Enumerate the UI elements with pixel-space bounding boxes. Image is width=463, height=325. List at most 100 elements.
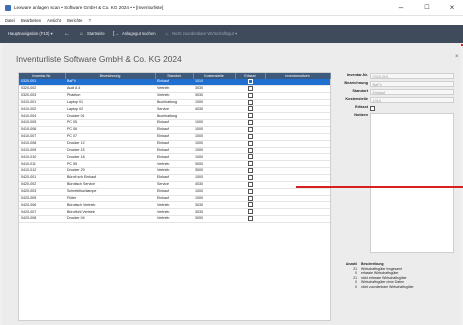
- table-row[interactable]: 0410-005 PC 05 Einkauf 1000: [19, 119, 330, 128]
- table-row[interactable]: 0410-008 Drucker 12 Einkauf 1000: [19, 140, 330, 148]
- maximize-button[interactable]: ☐: [418, 0, 436, 16]
- erfasst-checkbox[interactable]: [247, 195, 253, 201]
- cell-erfasst: [235, 181, 265, 189]
- cell-inventory-number: 0420-005: [19, 195, 65, 203]
- cell-notes: [265, 215, 330, 224]
- cell-description: Drucker 12: [65, 140, 155, 148]
- erfasst-checkbox[interactable]: [247, 209, 253, 215]
- erfasst-checkbox[interactable]: [247, 79, 253, 84]
- table-row[interactable]: 0410-007 PC 07 Einkauf 1000: [19, 133, 330, 141]
- menu-help[interactable]: ?: [89, 18, 91, 23]
- menu-datei[interactable]: Datei: [5, 18, 15, 23]
- cell-cost-center: 3030: [193, 92, 235, 100]
- location-field[interactable]: Einkauf: [370, 88, 454, 95]
- legend-desc-header: Beschreibung: [361, 262, 384, 266]
- detail-label: Inventar-Nr.: [346, 73, 368, 77]
- cost-center-field[interactable]: 1010: [370, 96, 454, 103]
- table-row[interactable]: 0410-009 Drucker 15 Einkauf 1000: [19, 147, 330, 155]
- erfasst-checkbox[interactable]: [247, 161, 253, 167]
- erfasst-checkbox[interactable]: [247, 140, 253, 146]
- table-row[interactable]: 0420-006 Bürotisch Vertrieb Vertrieb 3030: [19, 201, 330, 210]
- menu-ansicht[interactable]: Ansicht: [47, 18, 61, 23]
- cell-cost-center: 3030: [193, 201, 235, 210]
- erfasst-checkbox[interactable]: [247, 216, 253, 222]
- navigation-dropdown[interactable]: Hauptnavigation (F10) ▾: [8, 25, 53, 43]
- table-row[interactable]: 0420-001 Büroti sch Einkauf Einkauf 1000: [19, 174, 330, 182]
- close-window-button[interactable]: ×: [443, 0, 461, 16]
- cell-description: Drucker 18: [65, 153, 155, 162]
- erfasst-checkbox[interactable]: [247, 133, 253, 139]
- erfasst-checkbox[interactable]: [247, 175, 253, 181]
- erfasst-checkbox[interactable]: [247, 127, 253, 133]
- erfasst-checkbox[interactable]: [247, 120, 253, 126]
- cell-description: Drucker 29: [65, 167, 155, 176]
- table-row[interactable]: 0410-010 Drucker 18 Einkauf 1000: [19, 153, 330, 162]
- table-row[interactable]: 0410-002 Laptop 02 Service 4030: [19, 105, 330, 114]
- erfasst-checkbox[interactable]: [247, 85, 253, 91]
- erfasst-checkbox[interactable]: [247, 154, 253, 160]
- inventory-table: Inventar-Nr. Bezeichnung Standort Kosten…: [18, 72, 331, 321]
- erfasst-checkbox[interactable]: [247, 168, 253, 174]
- cell-location: Vertrieb: [155, 85, 193, 93]
- table-row[interactable]: 0410-004 Drucker 01 Buchhaltung: [19, 112, 330, 121]
- cell-cost-center: [193, 112, 235, 121]
- close-panel-icon[interactable]: ×: [455, 54, 459, 60]
- notes-textarea[interactable]: [370, 113, 454, 253]
- cell-notes: [265, 160, 330, 169]
- table-row[interactable]: 0320-002 Audi A 4 Vertrieb 3030: [19, 85, 330, 93]
- cell-cost-center: 1000: [193, 133, 235, 141]
- search-arrow-icon[interactable]: [→: [113, 25, 119, 43]
- erfasst-checkbox[interactable]: [247, 92, 253, 98]
- summary-legend: Anzahl Beschreibung 21 Wirtschaftsgüter in…: [343, 262, 458, 290]
- cell-description: PC 07: [65, 133, 155, 141]
- erfasst-checkbox[interactable]: [247, 202, 253, 208]
- cell-inventory-number: 0410-006: [19, 126, 65, 134]
- table-row[interactable]: 0420-003 Schreibtischlampe Einkauf 1000: [19, 188, 330, 196]
- home-button[interactable]: Startseite: [87, 25, 105, 43]
- back-arrow-icon[interactable]: ←: [64, 25, 70, 43]
- table-row[interactable]: 0420-007 Bürotfuhl Vertrieb Vertrieb 3030: [19, 208, 330, 217]
- table-row[interactable]: 0420-008 Drucker 04 Vertrieb 3000: [19, 215, 330, 224]
- table-row[interactable]: 0410-012 Drucker 29 Vertrieb 3000: [19, 167, 330, 176]
- cell-cost-center: 3030: [193, 208, 235, 217]
- cell-erfasst: [235, 105, 265, 114]
- cell-description: Bürotfuhl Vertrieb: [65, 208, 155, 217]
- inventory-number-field[interactable]: 0320-001: [370, 72, 454, 79]
- detail-pane: Inventar-Nr. 0320-001 Bezeichnung BaFV S…: [333, 72, 458, 319]
- cell-erfasst: [235, 188, 265, 196]
- table-row[interactable]: 0420-005 Flüter Einkauf 1000: [19, 195, 330, 203]
- search-asset-button[interactable]: Anlagegut suchen: [122, 25, 156, 43]
- erfasst-checkbox[interactable]: [247, 99, 253, 105]
- cell-location: Vertrieb: [155, 167, 193, 176]
- cell-location: Buchhaltung: [155, 112, 193, 121]
- menu-bearbeiten[interactable]: Bearbeiten: [21, 18, 41, 23]
- cell-cost-center: 1000: [193, 119, 235, 128]
- erfasst-checkbox[interactable]: [247, 188, 253, 194]
- cell-notes: [265, 119, 330, 128]
- cell-inventory-number: 0410-001: [19, 99, 65, 107]
- table-row[interactable]: 0410-001 Laptop 01 Buchhaltung 1000: [19, 99, 330, 107]
- cell-inventory-number: 0410-008: [19, 140, 65, 148]
- cell-notes: [265, 126, 330, 134]
- erfasst-checkbox[interactable]: [247, 147, 253, 153]
- cell-notes: [265, 153, 330, 162]
- menu-berichte[interactable]: Berichte: [67, 18, 82, 23]
- cell-inventory-number: 0420-007: [19, 208, 65, 217]
- erfasst-checkbox[interactable]: [370, 105, 375, 111]
- minimize-button[interactable]: –: [392, 0, 410, 16]
- erfasst-checkbox[interactable]: [247, 113, 253, 119]
- table-row[interactable]: 0420-002 Bürotisch Service Service 4030: [19, 181, 330, 189]
- home-icon[interactable]: ⌂: [80, 25, 83, 43]
- cell-inventory-number: 0410-007: [19, 133, 65, 141]
- description-field[interactable]: BaFV: [370, 80, 454, 87]
- erfasst-checkbox[interactable]: [247, 181, 253, 187]
- cell-description: Bürotisch Service: [65, 181, 155, 189]
- table-row[interactable]: 0410-011 PC 55 Vertrieb 3000: [19, 160, 330, 169]
- table-row[interactable]: 0320-003 Phaeton Vertrieb 3030: [19, 92, 330, 100]
- erfasst-checkbox[interactable]: [247, 106, 253, 112]
- cell-cost-center: 4030: [193, 105, 235, 114]
- table-row[interactable]: 0410-006 PC 06 Einkauf 1000: [19, 126, 330, 134]
- cell-location: Einkauf: [155, 188, 193, 196]
- detail-field: Inventar-Nr. 0320-001: [333, 72, 458, 79]
- cell-cost-center: 1000: [193, 147, 235, 155]
